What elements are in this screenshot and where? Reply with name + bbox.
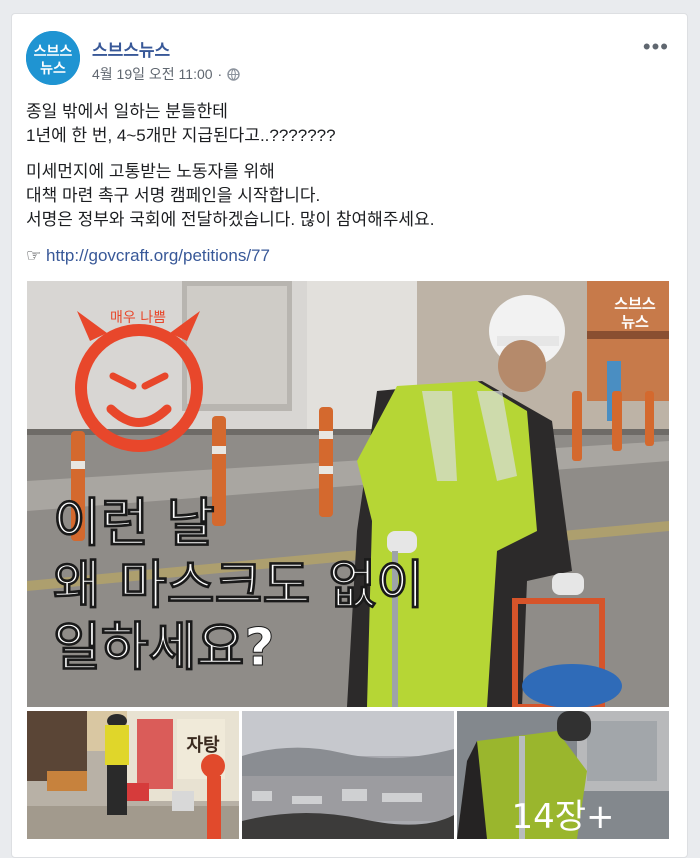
post-text-para1: 종일 밖에서 일하는 분들한테 1년에 한 번, 4~5개만 지급된다고..??… [26, 100, 673, 148]
post-line: 미세먼지에 고통받는 노동자를 위해 [26, 162, 275, 181]
thumbnail-3[interactable]: 14장+ [457, 711, 669, 839]
more-photos-count: 14장+ [511, 797, 615, 837]
post-line: 서명은 정부와 국회에 전달하겠습니다. 많이 참여해주세요. [26, 210, 435, 229]
pointing-hand-icon: ☞ [26, 246, 42, 265]
hero-headline-line: 일하세요? [53, 618, 275, 678]
logo-line1: 스브스 [34, 44, 73, 60]
post-text-para2: 미세먼지에 고통받는 노동자를 위해 대책 마련 촉구 서명 캠페인을 시작합니… [26, 160, 673, 232]
petition-link[interactable]: http://govcraft.org/petitions/77 [46, 246, 270, 265]
air-quality-badge: 매우 나쁨 [110, 310, 166, 326]
hero-image[interactable]: 매우 나쁨 이런 날 왜 마스크도 없이 일하세요? 스브스 뉴스 [27, 281, 669, 707]
hero-headline-line: 이런 날 [53, 494, 215, 554]
logo-line2: 뉴스 [40, 61, 66, 77]
post-line: 대책 마련 촉구 서명 캠페인을 시작합니다. [26, 186, 321, 205]
store-sign-text: 자탕 [186, 735, 220, 756]
post-meta: 4월 19일 오전 11:00 · [92, 64, 240, 84]
thumbnail-1[interactable]: 자탕 [27, 711, 239, 839]
watermark-line2: 뉴스 [621, 313, 649, 331]
thumbnail-street-worker: 자탕 [27, 711, 239, 839]
sbs-news-logo: 스브스 뉴스 [26, 31, 80, 85]
hero-headline-line: 왜 마스크도 없이 [53, 556, 424, 616]
hero-illustration: 매우 나쁨 이런 날 왜 마스크도 없이 일하세요? 스브스 뉴스 [27, 281, 669, 707]
feed-post: 스브스 뉴스 스브스뉴스 4월 19일 오전 11:00 · ••• 종일 밖에… [11, 13, 688, 858]
thumbnail-2[interactable] [242, 711, 454, 839]
thumbnail-city-smog [242, 711, 454, 839]
watermark-line1: 스브스 [614, 295, 656, 313]
post-line: 1년에 한 번, 4~5개만 지급된다고..??????? [26, 126, 336, 145]
post-line: 종일 밖에서 일하는 분들한테 [26, 102, 228, 121]
page-name-link[interactable]: 스브스뉴스 [92, 36, 170, 61]
page-avatar[interactable]: 스브스 뉴스 [26, 31, 80, 85]
globe-icon[interactable] [227, 67, 240, 81]
meta-separator: · [217, 66, 223, 82]
petition-link-line: ☞ http://govcraft.org/petitions/77 [26, 244, 673, 268]
post-timestamp[interactable]: 4월 19일 오전 11:00 [92, 64, 213, 84]
more-options-icon[interactable]: ••• [643, 34, 669, 60]
